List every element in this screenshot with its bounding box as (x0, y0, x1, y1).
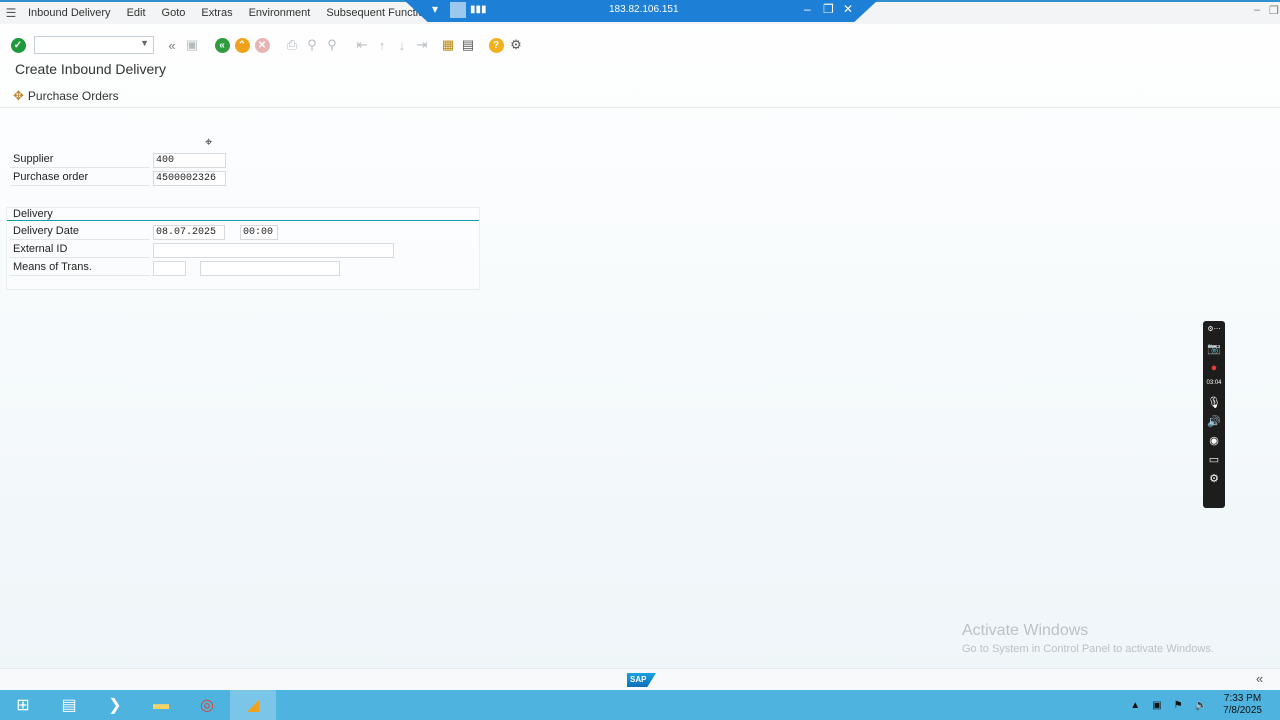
rdp-pin-dropdown-icon[interactable]: ▾ (432, 2, 438, 16)
signal-bars-icon: ▮▮▮ (470, 4, 487, 15)
standard-toolbar: ✓ ▼ « ▣ « ⌃ ✕ ⎙ ⚲ ⚲ ⇤ ↑ ↓ ⇥ ▦ ▤ ? ⚙ (0, 33, 1280, 57)
means-of-trans-row: Means of Trans. (10, 260, 340, 276)
external-id-label: External ID (10, 242, 150, 258)
purchase-order-row: Purchase order 4500002326 (10, 170, 226, 186)
create-session-icon[interactable]: ▦ (438, 35, 458, 55)
help-button[interactable]: ? (486, 35, 506, 55)
next-page-icon[interactable]: ↓ (392, 35, 412, 55)
rdp-lock-icon[interactable] (450, 2, 466, 18)
start-button-icon[interactable]: ⊞ (0, 690, 46, 720)
sap-logo: SAP (627, 673, 656, 687)
menu-icon[interactable]: ☰ (0, 6, 22, 20)
network-icon[interactable]: ▣ (1152, 700, 1161, 711)
previous-page-icon[interactable]: ↑ (372, 35, 392, 55)
external-id-row: External ID (10, 242, 394, 258)
find-icon[interactable]: ⚲ (302, 35, 322, 55)
exit-button[interactable]: ⌃ (232, 35, 252, 55)
enter-button[interactable]: ✓ (8, 35, 28, 55)
expand-status-icon[interactable]: « (1256, 671, 1263, 686)
check-icon: ✓ (10, 37, 26, 53)
screen-recorder-panel: ⚙⋯ 📷 ● 03:04 🎙 🔊 ◉ ▭ ⚙ (1203, 321, 1225, 508)
volume-icon[interactable]: 🔈 (1195, 700, 1207, 711)
help-icon: ? (488, 37, 504, 53)
delivery-date-row: Delivery Date 08.07.2025 00:00 (10, 224, 278, 240)
recording-time: 03:04 (1206, 380, 1222, 386)
page-title: Create Inbound Delivery (15, 61, 166, 77)
supplier-input[interactable]: 400 (153, 152, 226, 168)
webcam-icon[interactable]: ◉ (1209, 435, 1219, 447)
application-toolbar: ✥ Purchase Orders (0, 84, 1280, 108)
means-of-trans-label: Means of Trans. (10, 260, 150, 276)
server-manager-icon[interactable]: ▤ (46, 690, 92, 720)
record-icon[interactable]: ● (1211, 362, 1218, 374)
menu-goto[interactable]: Goto (162, 7, 186, 19)
supplier-row: Supplier 400 (10, 152, 226, 168)
collapse-command-icon[interactable]: « (162, 35, 182, 55)
supplier-label: Supplier (10, 152, 150, 168)
document-flow-icon: ✥ (13, 87, 24, 103)
first-page-icon[interactable]: ⇤ (352, 35, 372, 55)
means-of-trans-id-input[interactable] (200, 260, 340, 276)
taskbar-clock[interactable]: 7:33 PM 7/8/2025 (1223, 693, 1262, 717)
chevron-down-icon[interactable]: ▼ (140, 38, 149, 48)
clock-time: 7:33 PM (1223, 693, 1262, 704)
window-minimize-icon[interactable]: – (1254, 4, 1260, 16)
delivery-date-input[interactable]: 08.07.2025 (153, 224, 225, 240)
purchase-orders-label: Purchase Orders (27, 88, 119, 103)
windows-taskbar: ⊞ ▤ ❯ ▬ ◎ ◢ ▲ ▣ ⚑ 🔈 7:33 PM 7/8/2025 (0, 690, 1280, 720)
settings-gear-icon[interactable]: ⚙ (1209, 473, 1219, 485)
window-capture-icon[interactable]: ▭ (1209, 454, 1219, 466)
powershell-icon[interactable]: ❯ (92, 690, 138, 720)
speaker-icon[interactable]: 🔊 (1207, 416, 1221, 428)
back-icon: « (214, 37, 230, 53)
purchase-order-input[interactable]: 4500002326 (153, 170, 226, 186)
rdp-restore-icon[interactable]: ❐ (823, 2, 834, 16)
menu-extras[interactable]: Extras (201, 7, 232, 19)
recorder-menu-icon[interactable]: ⚙⋯ (1207, 324, 1220, 336)
menu-edit[interactable]: Edit (127, 7, 146, 19)
exit-icon: ⌃ (234, 37, 250, 53)
watermark-subtitle: Go to System in Control Panel to activat… (962, 643, 1214, 655)
chrome-icon[interactable]: ◎ (184, 690, 230, 720)
camera-icon[interactable]: 📷 (1207, 343, 1221, 355)
file-explorer-icon[interactable]: ▬ (138, 690, 184, 720)
sap-logon-icon[interactable]: ◢ (230, 690, 276, 720)
delivery-time-input[interactable]: 00:00 (240, 224, 278, 240)
window-restore-icon[interactable]: ❐ (1269, 4, 1279, 17)
print-icon[interactable]: ⎙ (282, 35, 302, 55)
watermark-title: Activate Windows (962, 622, 1089, 639)
status-bar: SAP « (0, 668, 1280, 690)
clock-date: 7/8/2025 (1223, 705, 1262, 716)
save-icon[interactable]: ▣ (182, 35, 202, 55)
activate-windows-watermark: Activate Windows Go to System in Control… (962, 622, 1214, 655)
rdp-minimize-icon[interactable]: – (804, 2, 811, 16)
microphone-icon[interactable]: 🎙 (1207, 397, 1221, 409)
command-field[interactable]: ▼ (34, 36, 154, 54)
rdp-close-icon[interactable]: ✕ (843, 2, 853, 16)
system-tray: ▲ ▣ ⚑ 🔈 7:33 PM 7/8/2025 (1130, 690, 1262, 720)
delivery-section-title: Delivery (7, 208, 479, 221)
menu-inbound-delivery[interactable]: Inbound Delivery (28, 7, 111, 19)
shortcut-icon[interactable]: ▤ (458, 35, 478, 55)
purchase-orders-button[interactable]: ✥ Purchase Orders (13, 88, 119, 104)
rdp-connection-bar: ▾ ▮▮▮ 183.82.106.151 – ❐ ✕ (404, 0, 878, 22)
action-center-icon[interactable]: ⚑ (1174, 700, 1183, 711)
means-of-trans-type-input[interactable] (153, 260, 186, 276)
find-next-icon[interactable]: ⚲ (322, 35, 342, 55)
cancel-button[interactable]: ✕ (252, 35, 272, 55)
delivery-date-label: Delivery Date (10, 224, 150, 240)
back-button[interactable]: « (212, 35, 232, 55)
purchase-order-label: Purchase order (10, 170, 150, 186)
tray-overflow-icon[interactable]: ▲ (1130, 700, 1140, 711)
menu-environment[interactable]: Environment (249, 7, 311, 19)
cancel-icon: ✕ (254, 37, 270, 53)
mouse-cursor-icon: ⌖ (205, 134, 213, 149)
last-page-icon[interactable]: ⇥ (412, 35, 432, 55)
external-id-input[interactable] (153, 242, 394, 258)
customize-layout-icon[interactable]: ⚙ (506, 35, 526, 55)
rdp-host-address: 183.82.106.151 (609, 4, 679, 15)
